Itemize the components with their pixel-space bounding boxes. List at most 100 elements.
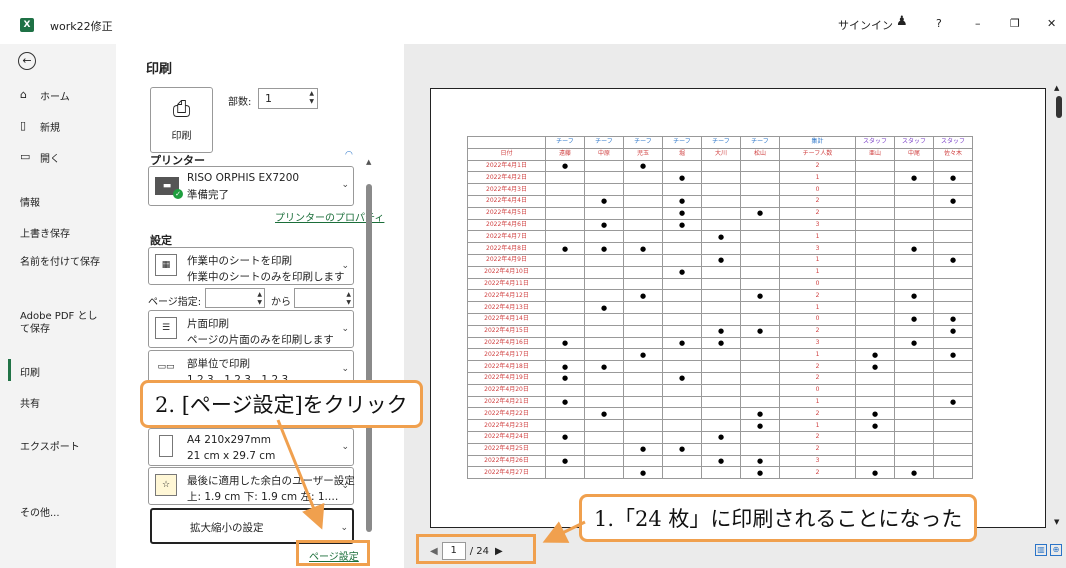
table-cell [701,466,741,480]
table-cell: ● [894,242,934,255]
table-cell: 2022年4月2日 [467,171,546,185]
table-row: チーフ チーフ チーフ チーフ チーフ チーフ 集計 スタッフ スタッフ スタッフ [467,136,973,149]
nav-saveas[interactable]: 名前を付けて保存 [20,256,104,269]
table-cell: 2 [779,194,856,208]
table-cell [701,348,741,362]
table-cell [740,442,780,456]
nav-print[interactable]: 印刷 [20,364,40,379]
table-cell [894,230,934,244]
back-button[interactable]: ← [18,52,36,70]
restore-button[interactable]: ❐ [1010,17,1020,30]
nav-share[interactable]: 共有 [20,395,40,410]
table-cell [855,395,895,409]
table-cell: ● [933,171,973,185]
table-cell [623,371,663,385]
table-cell [623,277,663,291]
table-cell [701,360,741,373]
nav-export[interactable]: エクスポート [20,438,80,453]
table-cell [855,371,895,385]
show-margins-icon[interactable]: ▥ [1035,544,1047,556]
table-row: 2022年4月25日 ● ● 2 [467,442,973,456]
table-cell: 2022年4月17日 [467,348,546,362]
sides-select[interactable]: ☰ 片面印刷 ページの片面のみを印刷します ⌄ [148,310,354,348]
table-cell: ● [623,159,663,173]
table-row: 2022年4月5日 ● ● 2 [467,206,973,220]
person-icon[interactable]: ♟ [896,14,908,29]
table-row: 2022年4月17日 ● 1 ● ● [467,348,973,362]
table-cell: チーフ人数 [779,147,856,161]
table-cell: ● [662,194,702,208]
table-cell [545,301,585,314]
nav-new[interactable]: ▯ 新規 [20,119,60,134]
info-icon[interactable]: ◠ [345,150,353,160]
help-button[interactable]: ? [936,17,942,30]
table-cell [933,206,973,220]
margins-select[interactable]: ☆ 最後に適用した余白のユーザー設定 上: 1.9 cm 下: 1.9 cm 左… [148,467,355,505]
table-cell [701,395,741,409]
scroll-up-icon[interactable]: ▲ [366,158,371,166]
pages-to-label: から [271,297,291,308]
table-cell [584,230,624,244]
nav-info[interactable]: 情報 [20,194,40,209]
table-cell: ● [584,242,624,255]
close-button[interactable]: ✕ [1047,17,1056,30]
copies-stepper[interactable]: ▲ ▼ [309,90,314,106]
minimize-button[interactable]: – [975,17,981,30]
nav-more[interactable]: その他... [20,504,60,519]
nav-save[interactable]: 上書き保存 [20,225,70,240]
table-cell [894,454,934,468]
table-cell [894,430,934,444]
table-cell [584,371,624,385]
table-cell [855,336,895,350]
settings-scroll-thumb[interactable] [366,184,372,532]
table-cell: 2022年4月26日 [467,454,546,468]
table-cell [662,289,702,303]
table-cell [740,312,780,326]
preview-scroll-up-icon[interactable]: ▲ [1054,84,1059,92]
table-cell [701,171,741,185]
table-cell [855,171,895,185]
table-cell [740,336,780,350]
table-cell: 2022年4月7日 [467,230,546,244]
table-cell [584,348,624,362]
table-cell: 2 [779,324,856,338]
scaling-select[interactable]: 拡大縮小の設定 ⌄ [150,508,354,544]
nav-home[interactable]: ⌂ ホーム [20,88,70,103]
pages-from-input[interactable]: ▲ ▼ [205,288,265,308]
preview-scroll-thumb[interactable] [1056,96,1062,118]
signin-button[interactable]: サインイン [838,17,893,33]
printer-select[interactable]: ▬ ✓ RISO ORPHIS EX7200 準備完了 ⌄ [148,166,354,206]
table-cell [662,395,702,409]
table-cell: 1 [779,230,856,244]
print-what-select[interactable]: ▦ 作業中のシートを印刷 作業中のシートのみを印刷します ⌄ [148,247,354,285]
table-cell [545,442,585,456]
print-button[interactable]: ⎙ 印刷 [150,87,213,153]
table-cell [545,206,585,220]
table-cell [545,183,585,196]
nav-adobe-pdf[interactable]: Adobe PDF として保存 [20,310,100,336]
pages-to-input[interactable]: ▲ ▼ [294,288,354,308]
nav-open[interactable]: ▭ 開く [20,150,60,165]
table-cell [545,277,585,291]
table-cell: ● [855,466,895,480]
table-cell [584,171,624,185]
table-cell: ● [662,218,702,232]
table-cell [894,419,934,432]
copies-input[interactable]: 1 ▲ ▼ [258,88,318,109]
page-setup-highlight [296,540,370,566]
table-cell [933,442,973,456]
table-cell: ● [933,194,973,208]
table-cell: 2 [779,206,856,220]
table-row: 2022年4月12日 ● ● 2 ● [467,289,973,303]
preview-scroll-down-icon[interactable]: ▼ [1054,518,1059,526]
zoom-to-page-icon[interactable]: ⊕ [1050,544,1062,556]
table-cell [701,206,741,220]
table-cell: 大川 [701,147,741,161]
table-row: 2022年4月13日 ● 1 [467,301,973,314]
page-title: 印刷 [146,62,173,77]
paper-size-select[interactable]: A4 210x297mm 21 cm x 29.7 cm ⌄ [148,428,354,466]
table-cell [933,360,973,373]
table-cell [662,324,702,338]
table-cell [584,454,624,468]
table-cell [662,454,702,468]
